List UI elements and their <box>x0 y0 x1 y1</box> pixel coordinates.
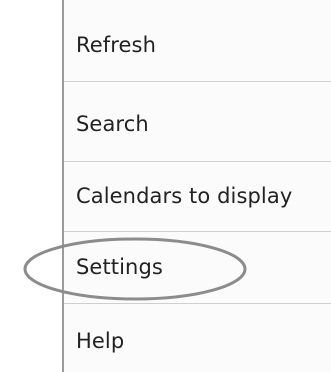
menu-item-label: Help <box>76 329 125 353</box>
menu-item-label: Calendars to display <box>76 184 293 208</box>
menu-item-label: Search <box>76 112 149 136</box>
menu-item-settings[interactable]: Settings <box>64 232 331 304</box>
menu-item-calendars-to-display[interactable]: Calendars to display <box>64 162 331 232</box>
options-menu: Refresh Search Calendars to display Sett… <box>62 0 331 372</box>
menu-item-label: Settings <box>76 255 163 279</box>
menu-item-help[interactable]: Help <box>64 304 331 372</box>
screen: { "menu": { "items": [ {"id": "refresh",… <box>0 0 331 372</box>
menu-item-label: Refresh <box>76 33 157 57</box>
menu-item-search[interactable]: Search <box>64 82 331 162</box>
menu-item-refresh[interactable]: Refresh <box>64 0 331 82</box>
